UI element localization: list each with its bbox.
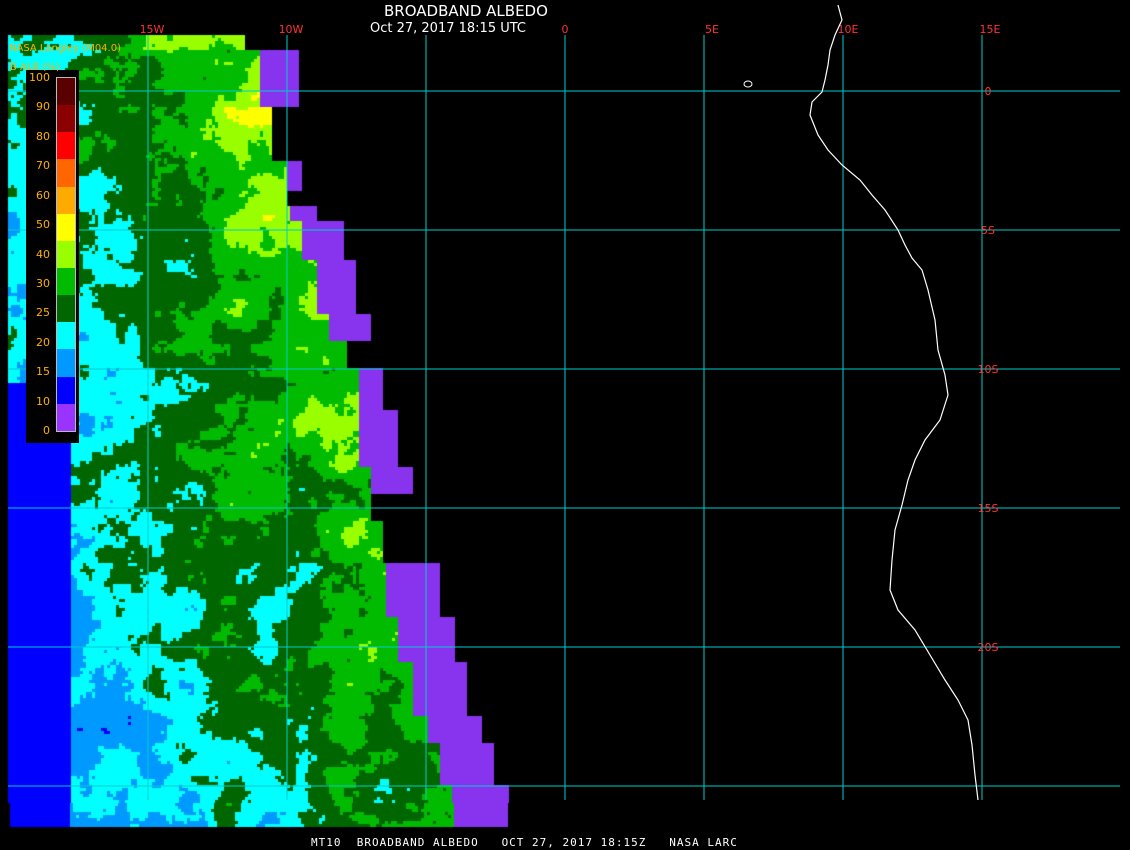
longitude-label: 0 [562, 23, 569, 36]
longitude-label: 10W [279, 23, 304, 36]
footer-caption: MT10 BROADBAND ALBEDO OCT 27, 2017 18:15… [311, 836, 738, 849]
legend-bin [57, 403, 75, 431]
longitude-label: 15W [140, 23, 165, 36]
latitude-label: 0 [985, 85, 992, 98]
map-overlay: 15W 10W 0 5E 10E 15E 0 5S 10S 15S 20S [8, 4, 1120, 801]
map-datetime: Oct 27, 2017 18:15 UTC [370, 21, 526, 36]
legend-tick-label: 20 [36, 335, 50, 349]
latitude-label: 5S [981, 224, 995, 237]
legend-tick-label: 30 [36, 276, 50, 290]
latitude-label: 15S [978, 502, 999, 515]
island-outline [743, 80, 753, 88]
legend-colorbar [56, 77, 76, 432]
legend-bin [57, 267, 75, 296]
longitude-label: 10E [838, 23, 859, 36]
latitude-label: 10S [978, 363, 999, 376]
legend-bin [57, 376, 75, 404]
coastline [809, 4, 979, 801]
legend-bin [57, 213, 75, 241]
legend-tick-label: 25 [36, 306, 50, 320]
legend-tick-label: 40 [36, 247, 50, 261]
legend-bin [57, 322, 75, 350]
legend-tick-label: 70 [36, 159, 50, 173]
legend-bin [57, 349, 75, 377]
legend-tick-label: 0 [43, 424, 50, 437]
legend-bin [57, 78, 75, 106]
map-title: BROADBAND ALBEDO [384, 2, 548, 20]
longitude-label: 5E [705, 23, 719, 36]
credit-label: NASA Langley (M04.0) [9, 43, 121, 54]
legend-bin [57, 105, 75, 133]
legend-bin [57, 132, 75, 160]
legend-tick-label: 90 [36, 100, 50, 114]
legend-bin [57, 186, 75, 214]
latitude-label: 20S [978, 641, 999, 654]
legend-bin [57, 159, 75, 187]
legend-bin [57, 240, 75, 268]
legend-tick-label: 100 [29, 71, 50, 84]
longitude-label: 15E [980, 23, 1001, 36]
legend-tick-label: 10 [36, 394, 50, 408]
legend-tick-label: 15 [36, 365, 50, 379]
legend-tick-label: 50 [36, 218, 50, 232]
legend-tick-label: 60 [36, 188, 50, 202]
legend-tick-label: 80 [36, 129, 50, 143]
legend-bin [57, 295, 75, 323]
